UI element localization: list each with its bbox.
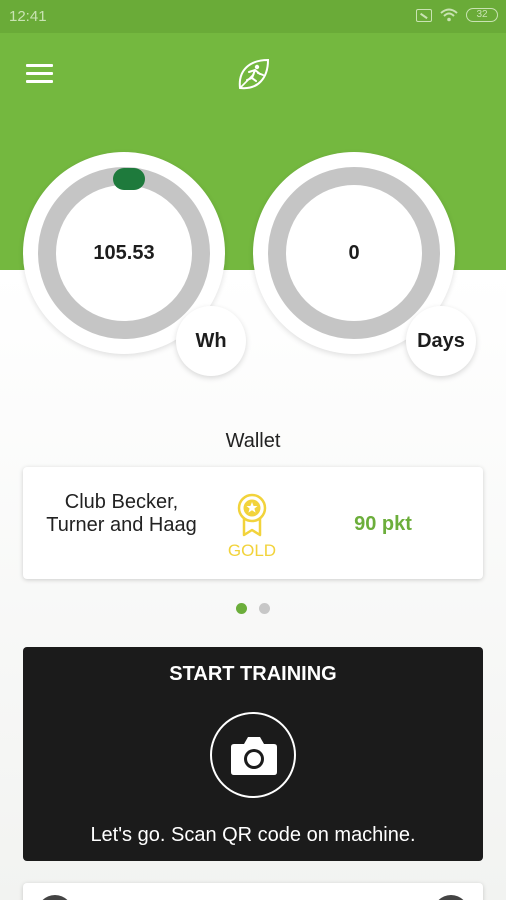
wallet-card[interactable]: Club Becker, Turner and Haag GOLD 90 pkt bbox=[23, 467, 483, 579]
wallet-title: Wallet bbox=[225, 430, 281, 452]
training-subtitle: Let's go. Scan QR code on machine. bbox=[90, 824, 416, 846]
points-value: 90 pkt bbox=[354, 513, 412, 535]
next-card-right-icon bbox=[433, 895, 469, 900]
status-bar: 12:41 32 bbox=[0, 0, 506, 33]
battery-icon: 32 bbox=[466, 8, 498, 22]
status-time: 12:41 bbox=[9, 8, 47, 25]
energy-unit-badge: Wh bbox=[176, 306, 246, 376]
status-icons: 32 bbox=[416, 8, 498, 22]
gold-medal-icon bbox=[237, 493, 267, 537]
pager-dot-1[interactable] bbox=[236, 603, 247, 614]
menu-icon[interactable] bbox=[26, 64, 53, 84]
camera-icon bbox=[231, 737, 277, 775]
start-training-card[interactable]: START TRAINING Let's go. Scan QR code on… bbox=[23, 647, 483, 861]
no-sim-icon bbox=[416, 8, 432, 22]
next-card[interactable] bbox=[23, 883, 483, 900]
tier-label: GOLD bbox=[227, 541, 277, 560]
days-unit-badge: Days bbox=[406, 306, 476, 376]
scan-qr-button[interactable] bbox=[210, 712, 296, 798]
pager-dot-2[interactable] bbox=[259, 603, 270, 614]
training-title: START TRAINING bbox=[169, 663, 337, 685]
wallet-pager bbox=[236, 603, 270, 614]
leaf-runner-logo-icon bbox=[238, 58, 270, 90]
wifi-icon bbox=[440, 8, 458, 22]
next-card-left-icon bbox=[37, 895, 73, 900]
club-name: Club Becker, Turner and Haag bbox=[46, 491, 197, 536]
